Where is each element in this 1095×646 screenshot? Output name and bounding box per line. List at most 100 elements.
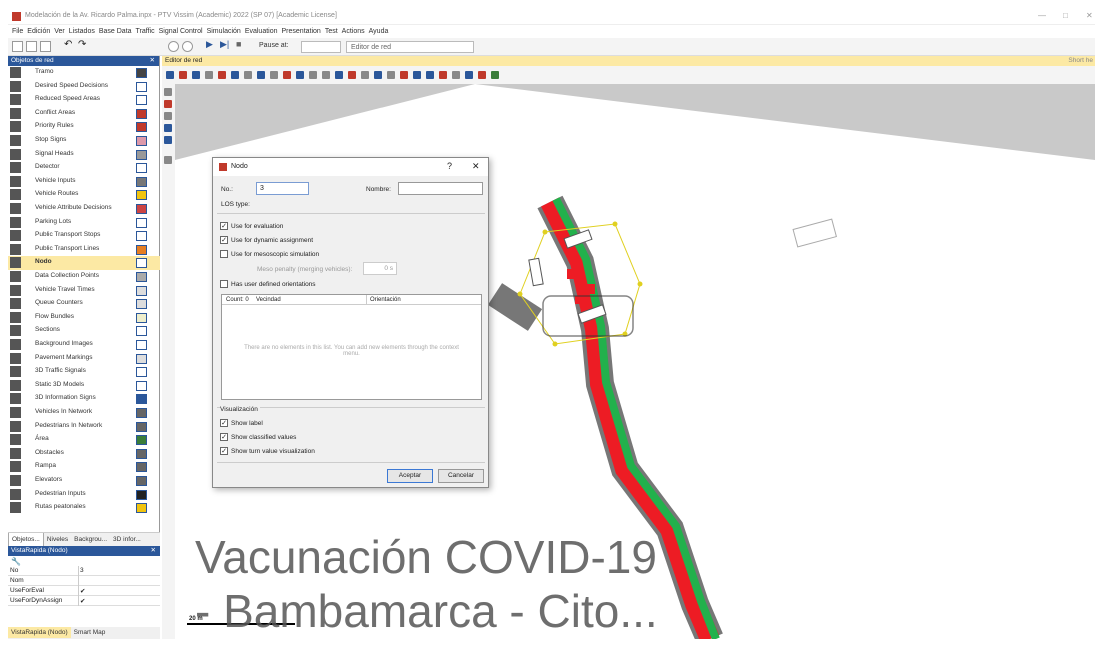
object-type-icon[interactable] [10, 447, 21, 459]
object-row[interactable]: Detector [8, 161, 160, 175]
cancel-button[interactable]: Cancelar [438, 469, 484, 483]
home-icon[interactable] [182, 41, 193, 52]
object-type-icon[interactable] [10, 366, 21, 378]
menu-item[interactable]: Presentation [282, 25, 321, 38]
object-row[interactable]: Nodo [8, 256, 160, 270]
editor-tool-icon[interactable] [426, 71, 434, 79]
object-type-icon[interactable] [10, 420, 21, 432]
object-type-icon[interactable] [10, 298, 21, 310]
editor-tool-icon[interactable] [387, 71, 395, 79]
object-row[interactable]: Vehicle Inputs [8, 175, 160, 189]
object-type-icon[interactable] [10, 339, 21, 350]
use-for-mesoscopic-checkbox[interactable] [220, 250, 228, 258]
object-row[interactable]: Obstacles [8, 447, 160, 461]
object-color-swatch[interactable] [136, 217, 147, 228]
editor-tool-icon[interactable] [439, 71, 447, 79]
object-color-swatch[interactable] [136, 340, 147, 350]
orientation-list[interactable]: Count: 0 Vecindad Orientación There are … [221, 294, 482, 400]
show-turn-value-checkbox[interactable]: ✓ [220, 447, 228, 455]
object-color-swatch[interactable] [136, 421, 147, 432]
object-color-swatch[interactable] [136, 204, 147, 214]
quick-view-row[interactable]: Nom [8, 576, 160, 586]
object-type-icon[interactable] [10, 352, 21, 364]
object-row[interactable]: Vehicle Routes [8, 188, 160, 202]
quick-view-row[interactable]: UseForEval ✔ [8, 586, 160, 596]
step-icon[interactable]: ▶| [220, 39, 231, 50]
object-row[interactable]: Stop Signs [8, 134, 160, 148]
menu-item[interactable]: Signal Control [159, 25, 203, 38]
object-color-swatch[interactable] [136, 108, 147, 119]
editor-tool-icon[interactable] [491, 71, 499, 79]
editor-tool-icon[interactable] [322, 71, 330, 79]
object-type-icon[interactable] [10, 121, 21, 133]
attribute-value[interactable]: ✔ [80, 587, 85, 595]
tool-icon[interactable] [164, 88, 172, 96]
minimize-button[interactable]: — [1038, 11, 1046, 20]
save-icon[interactable] [40, 41, 51, 52]
close-icon[interactable]: ✕ [150, 56, 155, 66]
editor-tool-icon[interactable] [244, 71, 252, 79]
editor-tool-icon[interactable] [413, 71, 421, 79]
object-color-swatch[interactable] [136, 136, 147, 146]
object-row[interactable]: Signal Heads [8, 148, 160, 162]
object-type-icon[interactable] [10, 162, 21, 174]
object-row[interactable]: Rutas peatonales [8, 501, 160, 515]
object-type-icon[interactable] [10, 80, 21, 92]
object-color-swatch[interactable] [136, 380, 147, 391]
editor-tool-icon[interactable] [374, 71, 382, 79]
object-type-icon[interactable] [10, 243, 21, 255]
meso-penalty-input[interactable]: 0 s [363, 262, 397, 275]
accept-button[interactable]: Aceptar [387, 469, 433, 483]
object-row[interactable]: Public Transport Lines [8, 243, 160, 257]
object-row[interactable]: Vehicles In Network [8, 406, 160, 420]
zoom-icon[interactable] [168, 41, 179, 52]
object-row[interactable]: Reduced Speed Areas [8, 93, 160, 107]
object-color-swatch[interactable] [136, 190, 147, 201]
editor-tool-icon[interactable] [192, 71, 200, 79]
object-color-swatch[interactable] [136, 326, 147, 337]
object-color-swatch[interactable] [136, 95, 147, 106]
stop-icon[interactable]: ■ [236, 39, 247, 50]
editor-tool-icon[interactable] [309, 71, 317, 79]
tool-icon[interactable] [164, 100, 172, 108]
object-color-swatch[interactable] [136, 476, 147, 486]
menu-item[interactable]: Simulación [207, 25, 241, 38]
panel-tab[interactable]: Backgrou... [71, 533, 110, 546]
redo-icon[interactable]: ↷ [78, 39, 89, 50]
object-color-swatch[interactable] [136, 149, 147, 160]
object-row[interactable]: Pedestrian Inputs [8, 488, 160, 502]
editor-tool-icon[interactable] [205, 71, 213, 79]
quick-view-row[interactable]: UseForDynAssign ✔ [8, 596, 160, 606]
menu-item[interactable]: Base Data [99, 25, 132, 38]
quick-view-tab[interactable]: VistaRapida (Nodo) [8, 627, 71, 638]
menu-item[interactable]: Ver [54, 25, 65, 38]
object-type-icon[interactable] [10, 230, 21, 242]
panel-tab[interactable]: Objetos... [8, 533, 44, 547]
object-row[interactable]: Vehicle Travel Times [8, 284, 160, 298]
show-classified-checkbox[interactable]: ✓ [220, 433, 228, 441]
orientacion-header[interactable]: Orientación [370, 297, 401, 303]
object-row[interactable]: Priority Rules [8, 120, 160, 134]
object-row[interactable]: Tramo [8, 66, 160, 80]
object-row[interactable]: Elevators [8, 474, 160, 488]
object-row[interactable]: 3D Traffic Signals [8, 365, 160, 379]
play-icon[interactable]: ▶ [206, 39, 217, 50]
object-color-swatch[interactable] [136, 312, 147, 323]
object-type-icon[interactable] [10, 203, 21, 214]
undo-icon[interactable]: ↶ [64, 39, 75, 50]
object-row[interactable]: Rampa [8, 460, 160, 474]
editor-tool-icon[interactable] [296, 71, 304, 79]
object-color-swatch[interactable] [136, 122, 147, 133]
menu-item[interactable]: Actions [342, 25, 365, 38]
object-row[interactable]: Desired Speed Decisions [8, 80, 160, 94]
editor-tool-icon[interactable] [283, 71, 291, 79]
object-type-icon[interactable] [10, 502, 21, 514]
maximize-button[interactable]: □ [1063, 11, 1068, 20]
use-for-dynamic-assignment-checkbox[interactable]: ✓ [220, 236, 228, 244]
object-color-swatch[interactable] [136, 272, 147, 282]
object-color-swatch[interactable] [136, 367, 147, 378]
editor-tool-icon[interactable] [179, 71, 187, 79]
object-type-icon[interactable] [10, 135, 21, 146]
help-button[interactable]: ? [447, 161, 452, 171]
editor-tool-icon[interactable] [465, 71, 473, 79]
